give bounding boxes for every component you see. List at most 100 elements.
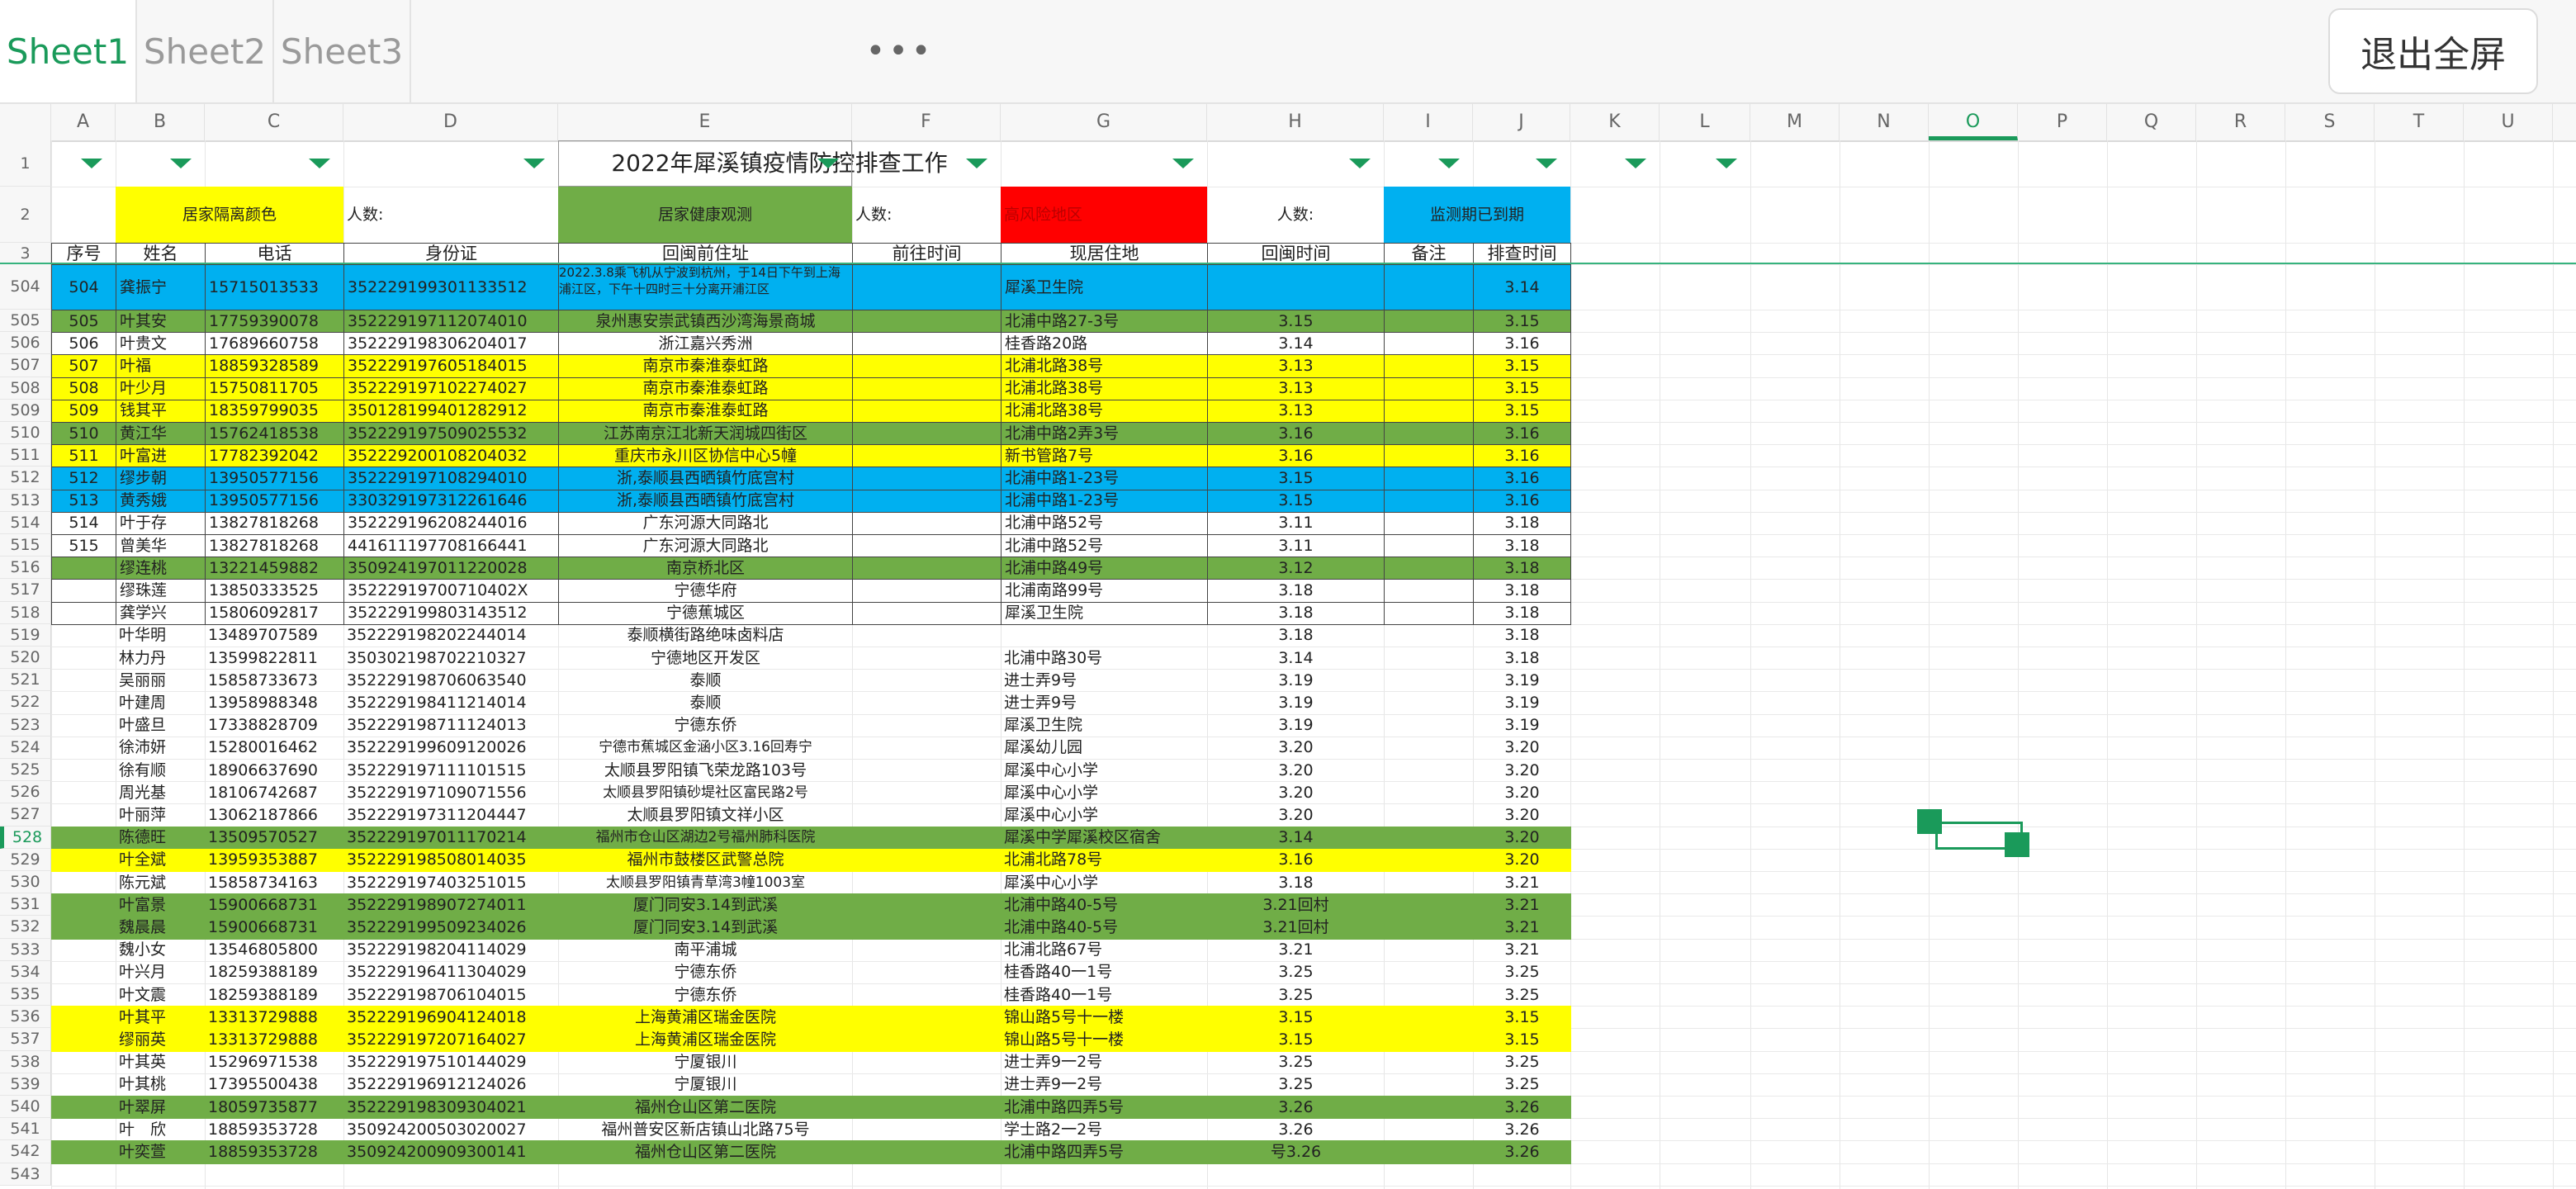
cell-身份证-506[interactable]: 352229198306204017 — [343, 332, 559, 356]
cell-备注-530[interactable] — [1384, 871, 1474, 894]
row-header-543[interactable]: 543 — [0, 1163, 51, 1186]
cell-回闽时间-512[interactable]: 3.15 — [1207, 467, 1385, 490]
cell-姓名-505[interactable]: 叶其安 — [116, 310, 206, 334]
cell-序号-535[interactable] — [51, 983, 116, 1007]
cell-电话-537[interactable]: 13313729888 — [205, 1028, 344, 1052]
cell-电话-516[interactable]: 13221459882 — [205, 557, 344, 580]
cell-姓名-531[interactable]: 叶富景 — [116, 893, 206, 917]
cell-回闽时间-513[interactable]: 3.15 — [1207, 489, 1385, 513]
cell-回闽时间-522[interactable]: 3.19 — [1207, 691, 1385, 714]
cell-现居住地-533[interactable]: 北浦北路67号 — [1001, 939, 1208, 962]
cell-身份证-510[interactable]: 352229197509025532 — [343, 422, 559, 446]
cell-身份证-535[interactable]: 352229198706104015 — [343, 983, 559, 1007]
column-header-u[interactable]: U — [2464, 104, 2553, 140]
cell-排查时间-533[interactable]: 3.21 — [1473, 939, 1571, 962]
cell-回闽时间-511[interactable]: 3.16 — [1207, 444, 1385, 468]
cell-身份证-526[interactable]: 352229197109071556 — [343, 781, 559, 804]
cell-姓名-522[interactable]: 叶建周 — [116, 691, 206, 714]
cell-回闽时间-535[interactable]: 3.25 — [1207, 983, 1385, 1007]
row-header-530[interactable]: 530 — [0, 871, 51, 894]
cell-姓名-520[interactable]: 林力丹 — [116, 647, 206, 670]
cell-姓名-530[interactable]: 陈元斌 — [116, 871, 206, 894]
cell-姓名-510[interactable]: 黄江华 — [116, 422, 206, 446]
cell-备注-521[interactable] — [1384, 669, 1474, 692]
cell-备注-537[interactable] — [1384, 1028, 1474, 1052]
cell-备注-532[interactable] — [1384, 916, 1474, 940]
cell-现居住地-539[interactable]: 进士弄9一2号 — [1001, 1073, 1208, 1097]
cell-备注-529[interactable] — [1384, 848, 1474, 872]
row-header-540[interactable]: 540 — [0, 1096, 51, 1119]
cell-现居住地-507[interactable]: 北浦北路38号 — [1001, 354, 1208, 378]
cell-现居住地-510[interactable]: 北浦中路2弄3号 — [1001, 422, 1208, 446]
cell-回闽前住址-507[interactable]: 南京市秦淮泰虹路 — [558, 354, 853, 378]
column-header-l[interactable]: L — [1660, 104, 1750, 140]
cell-回闽时间-523[interactable]: 3.19 — [1207, 714, 1385, 737]
cell-回闽时间-538[interactable]: 3.25 — [1207, 1051, 1385, 1074]
cell-姓名-512[interactable]: 缪步朝 — [116, 467, 206, 490]
cell-身份证-514[interactable]: 352229196208244016 — [343, 511, 559, 535]
cell-序号-524[interactable] — [51, 737, 116, 760]
row-header-537[interactable]: 537 — [0, 1028, 51, 1051]
cell-回闽前住址-512[interactable]: 浙,泰顺县西晒镇竹底宫村 — [558, 467, 853, 490]
cell-序号-540[interactable] — [51, 1096, 116, 1120]
cell-备注-515[interactable] — [1384, 534, 1474, 558]
cell-前往时间-522[interactable] — [852, 691, 1002, 714]
cell-前往时间-541[interactable] — [852, 1118, 1002, 1141]
cell-序号-536[interactable] — [51, 1006, 116, 1030]
cell-现居住地-508[interactable]: 北浦北路38号 — [1001, 377, 1208, 400]
cell-姓名-518[interactable]: 龚学兴 — [116, 601, 206, 625]
cell-现居住地-536[interactable]: 锦山路5号十一楼 — [1001, 1006, 1208, 1030]
cell-回闽时间-506[interactable]: 3.14 — [1207, 332, 1385, 356]
cell-现居住地-513[interactable]: 北浦中路1-23号 — [1001, 489, 1208, 513]
row-header-504[interactable]: 504 — [0, 264, 51, 310]
cell-序号-510[interactable]: 510 — [51, 422, 116, 446]
cell-姓名-539[interactable]: 叶其桃 — [116, 1073, 206, 1097]
row-header-513[interactable]: 513 — [0, 489, 51, 512]
cell-回闽前住址-511[interactable]: 重庆市永川区协信中心5幢 — [558, 444, 853, 468]
row-header-516[interactable]: 516 — [0, 557, 51, 580]
cell-身份证-515[interactable]: 441611197708166441 — [343, 534, 559, 558]
cell-排查时间-536[interactable]: 3.15 — [1473, 1006, 1571, 1030]
cell-备注-524[interactable] — [1384, 737, 1474, 760]
cell-序号-515[interactable]: 515 — [51, 534, 116, 558]
cell-回闽时间-524[interactable]: 3.20 — [1207, 737, 1385, 760]
cell-前往时间-514[interactable] — [852, 511, 1002, 535]
cell-序号-534[interactable] — [51, 961, 116, 984]
cell-现居住地-534[interactable]: 桂香路40一1号 — [1001, 961, 1208, 984]
cell-前往时间-526[interactable] — [852, 781, 1002, 804]
cell-前往时间-516[interactable] — [852, 557, 1002, 580]
cell-现居住地-514[interactable]: 北浦中路52号 — [1001, 511, 1208, 535]
column-header-r[interactable]: R — [2196, 104, 2285, 140]
row-header-505[interactable]: 505 — [0, 310, 51, 333]
cell-排查时间-515[interactable]: 3.18 — [1473, 534, 1571, 558]
cell-身份证-518[interactable]: 352229199803143512 — [343, 601, 559, 625]
cell-姓名-534[interactable]: 叶兴月 — [116, 961, 206, 984]
cell-回闽前住址-514[interactable]: 广东河源大同路北 — [558, 511, 853, 535]
cell-现居住地-528[interactable]: 犀溪中学犀溪校区宿舍 — [1001, 826, 1208, 850]
row-header-536[interactable]: 536 — [0, 1006, 51, 1029]
cell-备注-513[interactable] — [1384, 489, 1474, 513]
cell-身份证-524[interactable]: 352229199609120026 — [343, 737, 559, 760]
exit-fullscreen-button[interactable]: 退出全屏 — [2328, 8, 2538, 94]
row-header-512[interactable]: 512 — [0, 467, 51, 490]
cell-前往时间-525[interactable] — [852, 759, 1002, 782]
cell-备注-520[interactable] — [1384, 647, 1474, 670]
cell-姓名-532[interactable]: 魏晨晨 — [116, 916, 206, 940]
cell-前往时间-510[interactable] — [852, 422, 1002, 446]
cell-回闽前住址-522[interactable]: 泰顺 — [558, 691, 853, 714]
cell-排查时间-530[interactable]: 3.21 — [1473, 871, 1571, 894]
cell-排查时间-513[interactable]: 3.16 — [1473, 489, 1571, 513]
cell-序号-504[interactable]: 504 — [51, 264, 116, 310]
cell-电话-538[interactable]: 15296971538 — [205, 1051, 344, 1074]
cell-回闽时间-529[interactable]: 3.16 — [1207, 848, 1385, 872]
column-header-i[interactable]: I — [1384, 104, 1473, 140]
cell-排查时间-506[interactable]: 3.16 — [1473, 332, 1571, 356]
tab-sheet3[interactable]: Sheet3 — [274, 0, 411, 102]
cell-前往时间-520[interactable] — [852, 647, 1002, 670]
cell-备注-504[interactable] — [1384, 264, 1474, 310]
cell-身份证-533[interactable]: 352229198204114029 — [343, 939, 559, 962]
cell-回闽前住址-540[interactable]: 福州仓山区第二医院 — [558, 1096, 853, 1120]
cell-回闽时间-536[interactable]: 3.15 — [1207, 1006, 1385, 1030]
cell-回闽时间-530[interactable]: 3.18 — [1207, 871, 1385, 894]
cell-前往时间-506[interactable] — [852, 332, 1002, 356]
